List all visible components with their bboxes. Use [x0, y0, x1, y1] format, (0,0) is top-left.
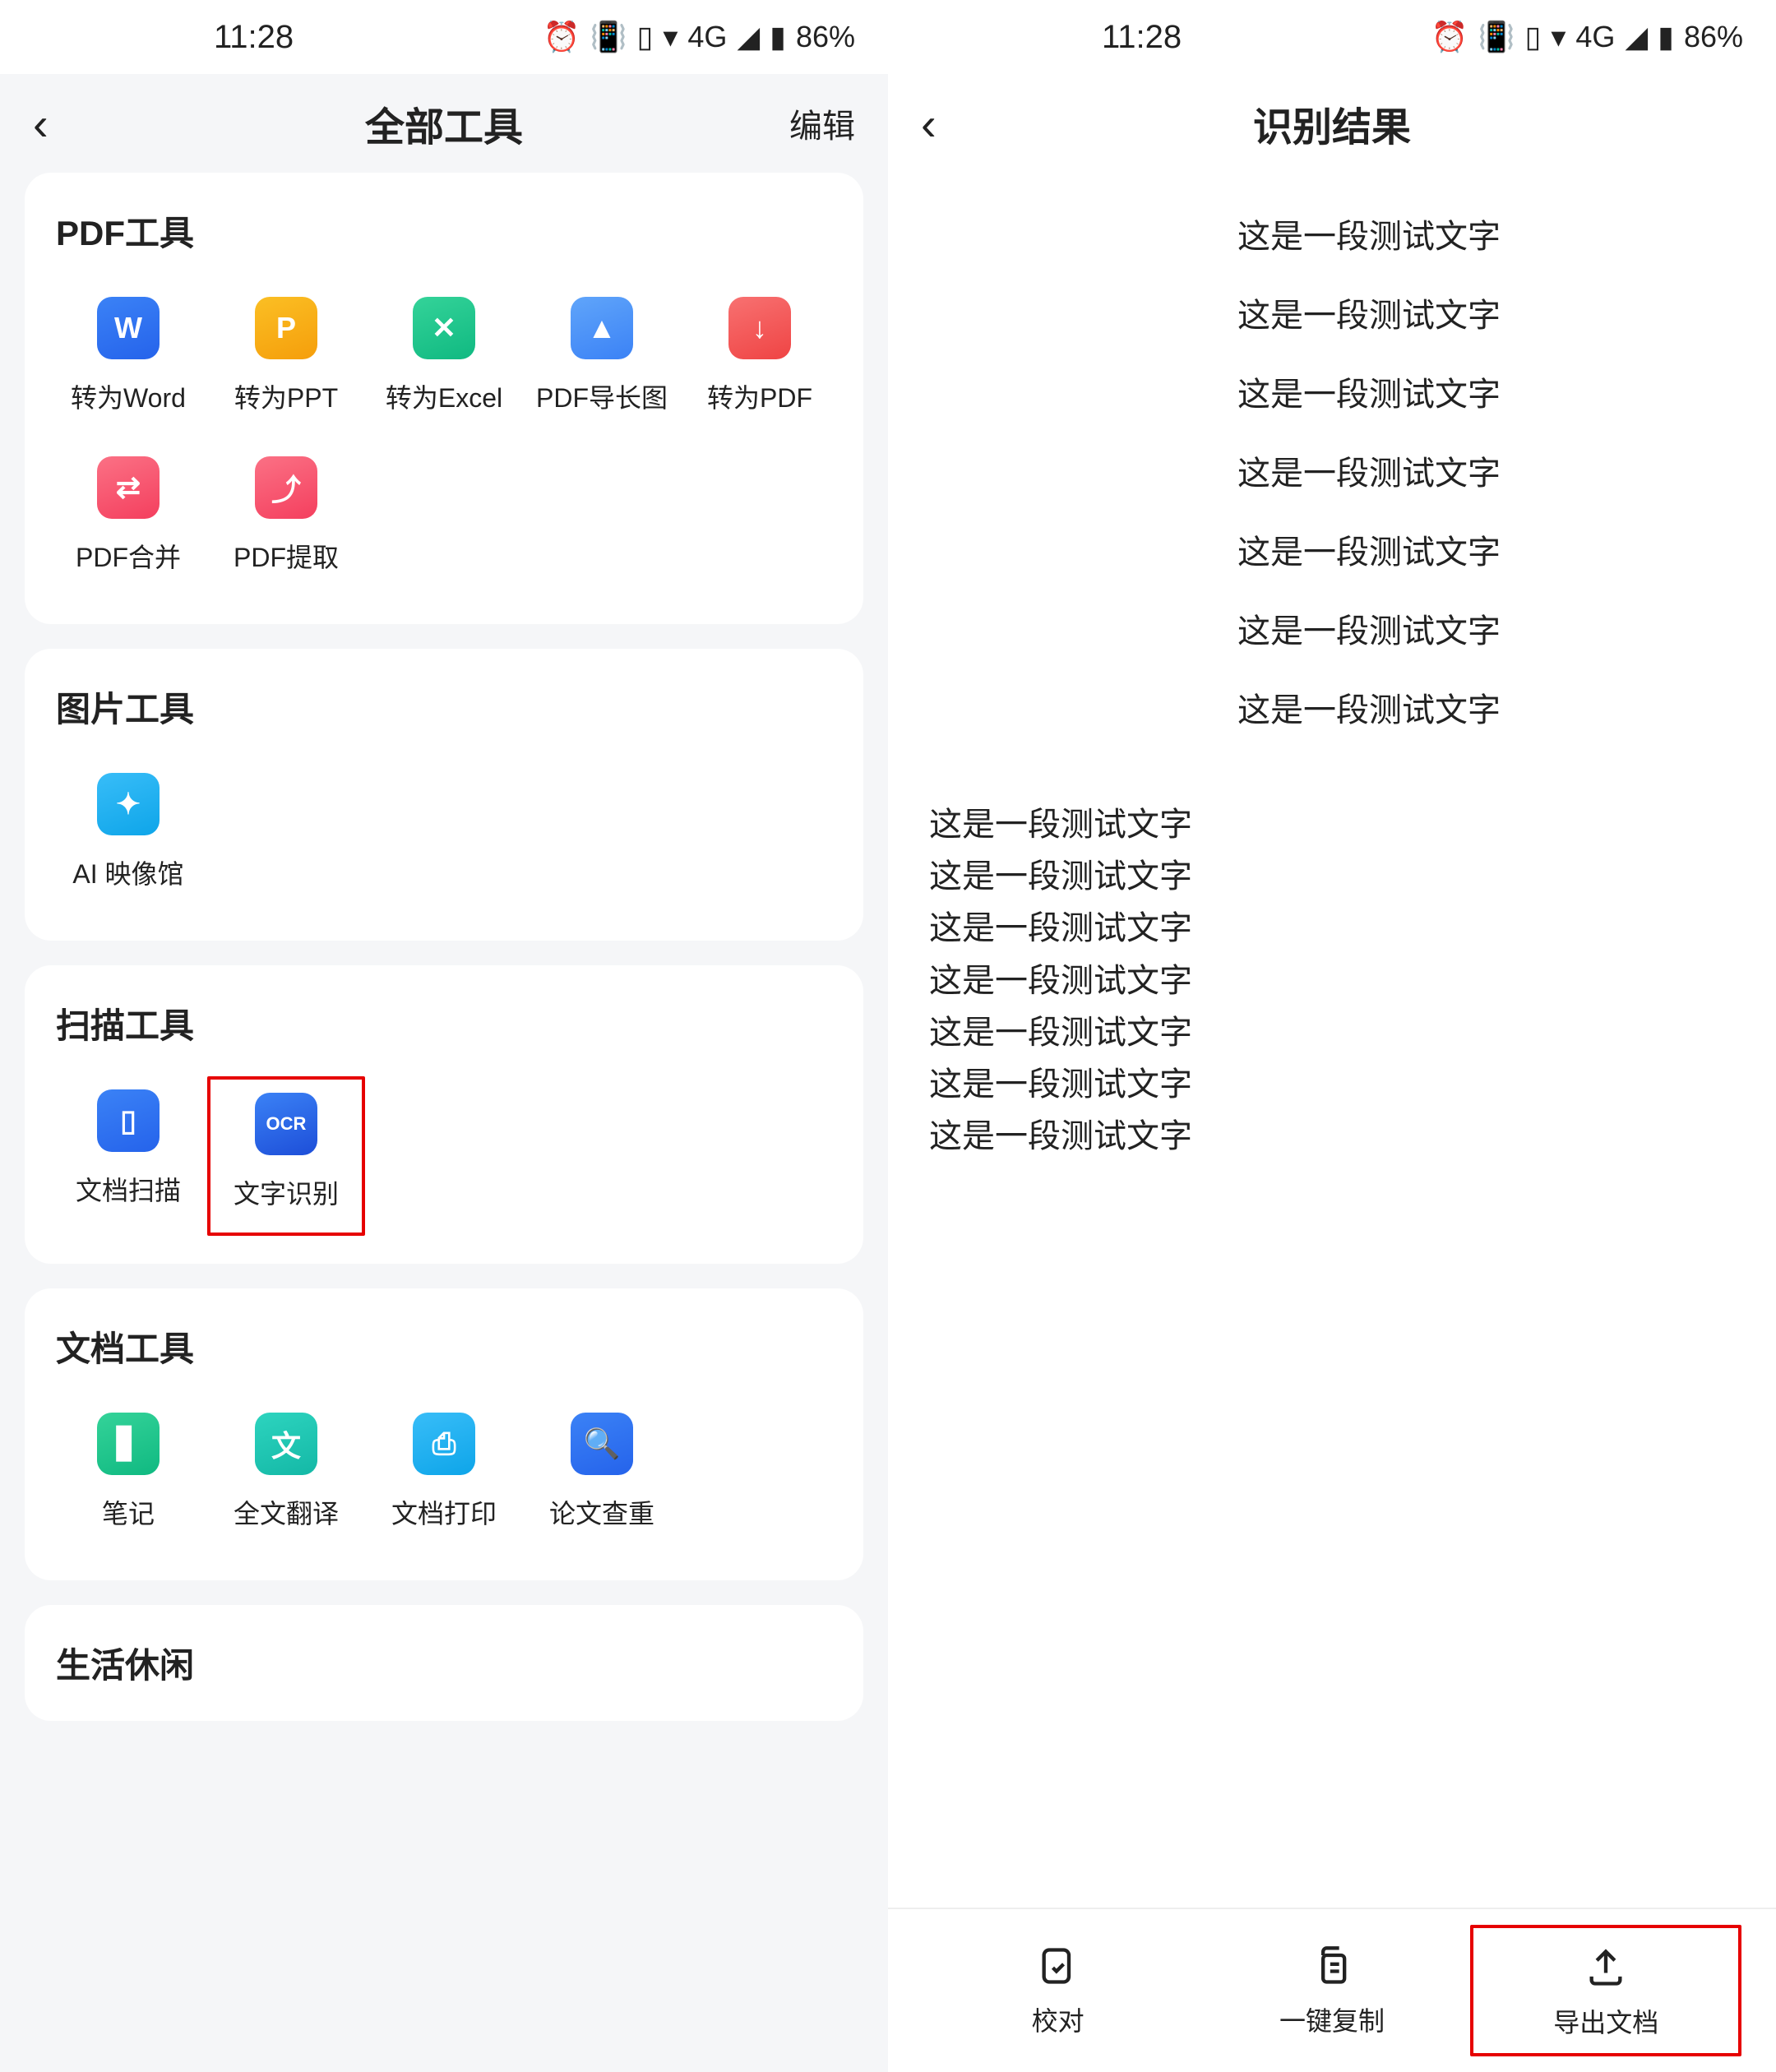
vibrate-icon: 📳 [590, 20, 627, 54]
page-title: 全部工具 [365, 95, 523, 152]
section-title: 图片工具 [49, 682, 839, 732]
edit-button[interactable]: 编辑 [789, 99, 855, 147]
tool-translate[interactable]: 文 全文翻译 [207, 1396, 365, 1556]
section-doc-tools: 文档工具 ▋ 笔记 文 全文翻译 ⎙ 文档打印 🔍 论文查重 [25, 1288, 863, 1580]
nav-bar: ‹ 识别结果 [888, 74, 1776, 173]
ocr-icon: OCR [255, 1093, 317, 1155]
signal-icon: ◢ [737, 20, 760, 54]
battery-label: 86% [1684, 20, 1743, 54]
battery-icon: ▮ [770, 20, 786, 54]
tools-scroll[interactable]: PDF工具 W 转为Word P 转为PPT ✕ 转为Excel ▲ PDF导长… [0, 173, 888, 2072]
tool-notes[interactable]: ▋ 笔记 [49, 1396, 207, 1556]
section-pdf-tools: PDF工具 W 转为Word P 转为PPT ✕ 转为Excel ▲ PDF导长… [25, 173, 863, 624]
merge-icon: ⇄ [97, 456, 160, 519]
tool-to-pdf[interactable]: ↓ 转为PDF [681, 280, 839, 440]
status-icons: ⏰ 📳 ▯ ▾ 4G ◢ ▮ 86% [1431, 20, 1743, 54]
network-label: 4G [687, 20, 727, 54]
network-label: 4G [1575, 20, 1615, 54]
ocr-line: 这是一段测试文字 [1003, 671, 1735, 750]
tool-pdf-merge[interactable]: ⇄ PDF合并 [49, 440, 207, 599]
section-title: 生活休闲 [49, 1638, 839, 1688]
status-bar: 11:28 ⏰ 📳 ▯ ▾ 4G ◢ ▮ 86% [888, 0, 1776, 74]
tool-to-word[interactable]: W 转为Word [49, 280, 207, 440]
ocr-line: 这是一段测试文字 [929, 1111, 1735, 1163]
ocr-line: 这是一段测试文字 [929, 1007, 1735, 1059]
back-icon[interactable]: ‹ [921, 97, 970, 150]
section-title: 文档工具 [49, 1321, 839, 1371]
export-doc-button[interactable]: 导出文档 [1470, 1925, 1741, 2056]
vibrate-icon: 📳 [1478, 20, 1515, 54]
ocr-line: 这是一段测试文字 [929, 903, 1735, 955]
ocr-text-area[interactable]: 这是一段测试文字 这是一段测试文字 这是一段测试文字 这是一段测试文字 这是一段… [888, 173, 1776, 1908]
screen-ocr-result: 11:28 ⏰ 📳 ▯ ▾ 4G ◢ ▮ 86% ‹ 识别结果 这是一段测试文字… [888, 0, 1776, 2072]
proofread-icon [1035, 1943, 1081, 1989]
print-icon: ⎙ [413, 1413, 475, 1475]
translate-icon: 文 [255, 1413, 317, 1475]
tool-pdf-long-image[interactable]: ▲ PDF导长图 [523, 280, 681, 440]
tool-pdf-extract[interactable]: ⤴ PDF提取 [207, 440, 365, 599]
ocr-line: 这是一段测试文字 [929, 1059, 1735, 1111]
page-title: 识别结果 [1253, 95, 1411, 152]
tool-to-ppt[interactable]: P 转为PPT [207, 280, 365, 440]
tool-plagiarism-check[interactable]: 🔍 论文查重 [523, 1396, 681, 1556]
ocr-line: 这是一段测试文字 [1003, 276, 1735, 355]
ocr-line: 这是一段测试文字 [1003, 197, 1735, 276]
tool-ocr[interactable]: OCR 文字识别 [207, 1076, 365, 1236]
ocr-text-block-left: 这是一段测试文字 这是一段测试文字 这是一段测试文字 这是一段测试文字 这是一段… [929, 799, 1735, 1163]
extract-icon: ⤴ [255, 456, 317, 519]
ocr-line: 这是一段测试文字 [1003, 434, 1735, 513]
nav-bar: ‹ 全部工具 编辑 [0, 74, 888, 173]
note-icon: ▋ [97, 1413, 160, 1475]
excel-icon: ✕ [413, 297, 475, 359]
tool-print[interactable]: ⎙ 文档打印 [365, 1396, 523, 1556]
search-doc-icon: 🔍 [571, 1413, 633, 1475]
screen-all-tools: 11:28 ⏰ 📳 ▯ ▾ 4G ◢ ▮ 86% ‹ 全部工具 编辑 PDF工具… [0, 0, 888, 2072]
sim-icon: ▯ [637, 20, 654, 54]
section-scan-tools: 扫描工具 ▯ 文档扫描 OCR 文字识别 [25, 965, 863, 1264]
bottom-action-bar: 校对 一键复制 导出文档 [888, 1908, 1776, 2072]
section-life-leisure: 生活休闲 [25, 1605, 863, 1721]
alarm-icon: ⏰ [543, 20, 580, 54]
alarm-icon: ⏰ [1431, 20, 1468, 54]
section-image-tools: 图片工具 ✦ AI 映像馆 [25, 649, 863, 941]
ai-icon: ✦ [97, 773, 160, 835]
scan-icon: ▯ [97, 1089, 160, 1152]
status-time: 11:28 [1102, 19, 1182, 56]
section-title: 扫描工具 [49, 998, 839, 1048]
ocr-text-block-centered: 这是一段测试文字 这是一段测试文字 这是一段测试文字 这是一段测试文字 这是一段… [929, 197, 1735, 750]
tool-ai-gallery[interactable]: ✦ AI 映像馆 [49, 756, 207, 916]
status-time: 11:28 [214, 19, 294, 56]
wifi-icon: ▾ [663, 20, 678, 54]
ocr-line: 这是一段测试文字 [1003, 355, 1735, 434]
ocr-line: 这是一段测试文字 [1003, 513, 1735, 592]
image-icon: ▲ [571, 297, 633, 359]
ocr-line: 这是一段测试文字 [929, 799, 1735, 851]
copy-icon [1309, 1943, 1355, 1989]
section-title: PDF工具 [49, 206, 839, 256]
proofread-button[interactable]: 校对 [923, 1943, 1194, 2038]
status-bar: 11:28 ⏰ 📳 ▯ ▾ 4G ◢ ▮ 86% [0, 0, 888, 74]
tool-doc-scan[interactable]: ▯ 文档扫描 [49, 1073, 207, 1239]
wifi-icon: ▾ [1551, 20, 1566, 54]
word-icon: W [97, 297, 160, 359]
battery-icon: ▮ [1658, 20, 1674, 54]
battery-label: 86% [796, 20, 855, 54]
tool-to-excel[interactable]: ✕ 转为Excel [365, 280, 523, 440]
sim-icon: ▯ [1525, 20, 1542, 54]
ppt-icon: P [255, 297, 317, 359]
ocr-line: 这是一段测试文字 [1003, 592, 1735, 671]
pdf-icon: ↓ [728, 297, 791, 359]
status-icons: ⏰ 📳 ▯ ▾ 4G ◢ ▮ 86% [543, 20, 855, 54]
back-icon[interactable]: ‹ [33, 97, 82, 150]
copy-all-button[interactable]: 一键复制 [1196, 1943, 1468, 2038]
ocr-line: 这是一段测试文字 [929, 955, 1735, 1007]
ocr-line: 这是一段测试文字 [929, 851, 1735, 903]
export-icon [1583, 1945, 1629, 1991]
signal-icon: ◢ [1625, 20, 1648, 54]
